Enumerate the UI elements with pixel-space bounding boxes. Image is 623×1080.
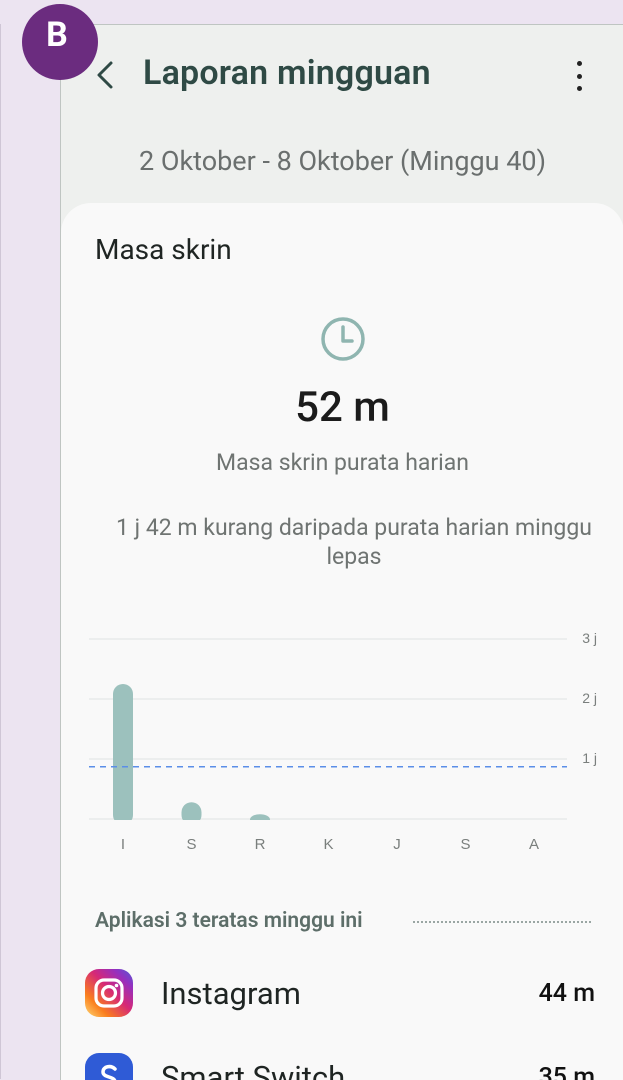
back-button[interactable] xyxy=(91,55,121,95)
more-dot-icon xyxy=(576,86,582,91)
chart-svg: 1 j 2 j 3 j I S R K J S A xyxy=(61,630,623,853)
y-tick-label: 3 j xyxy=(582,630,597,646)
baseline-mask xyxy=(61,820,623,828)
smart-switch-icon xyxy=(85,1053,133,1080)
left-edge xyxy=(0,24,1,1079)
chevron-left-icon xyxy=(97,61,113,89)
phone-screen: Laporan mingguan 2 Oktober - 8 Oktober (… xyxy=(60,24,623,1080)
bar xyxy=(113,684,133,825)
more-dot-icon xyxy=(576,73,582,79)
app-time: 44 m xyxy=(538,979,595,1008)
clock-icon xyxy=(321,317,365,361)
screen-time-card: Masa skrin 52 m Masa skrin purata harian… xyxy=(61,203,623,1080)
app-bar: Laporan mingguan xyxy=(61,25,623,125)
app-name: Instagram xyxy=(161,975,301,1012)
y-tick-label: 1 j xyxy=(582,750,597,766)
x-tick-label: K xyxy=(323,836,333,853)
x-tick-label: S xyxy=(186,836,196,853)
more-dot-icon xyxy=(576,61,582,66)
app-row-instagram[interactable]: Instagram 44 m xyxy=(85,969,595,1029)
x-tick-label: J xyxy=(393,836,401,853)
x-tick-label: R xyxy=(255,836,266,853)
card-title: Masa skrin xyxy=(95,233,232,266)
date-range-selector[interactable]: 2 Oktober - 8 Oktober (Minggu 40) xyxy=(61,145,623,177)
x-tick-label: S xyxy=(460,836,470,853)
comparison-text: 1 j 42 m kurang daripada purata harian m… xyxy=(116,514,592,570)
y-tick-label: 2 j xyxy=(582,690,597,706)
app-row-smart-switch[interactable]: Smart Switch 35 m xyxy=(85,1053,595,1080)
average-screen-time-value: 52 m xyxy=(295,383,390,432)
label-badge: B xyxy=(22,4,98,80)
section-divider xyxy=(413,921,591,923)
weekly-usage-chart: 1 j 2 j 3 j I S R K J S A xyxy=(61,603,623,863)
x-tick-label: I xyxy=(121,836,125,853)
app-time: 35 m xyxy=(538,1063,595,1080)
instagram-icon xyxy=(85,969,133,1017)
more-options-button[interactable] xyxy=(567,61,591,91)
average-screen-time-caption: Masa skrin purata harian xyxy=(216,449,469,476)
app-name: Smart Switch xyxy=(161,1059,346,1080)
top-apps-title: Aplikasi 3 teratas minggu ini xyxy=(95,909,363,933)
x-tick-label: A xyxy=(529,836,539,853)
page-title: Laporan mingguan xyxy=(143,53,431,93)
